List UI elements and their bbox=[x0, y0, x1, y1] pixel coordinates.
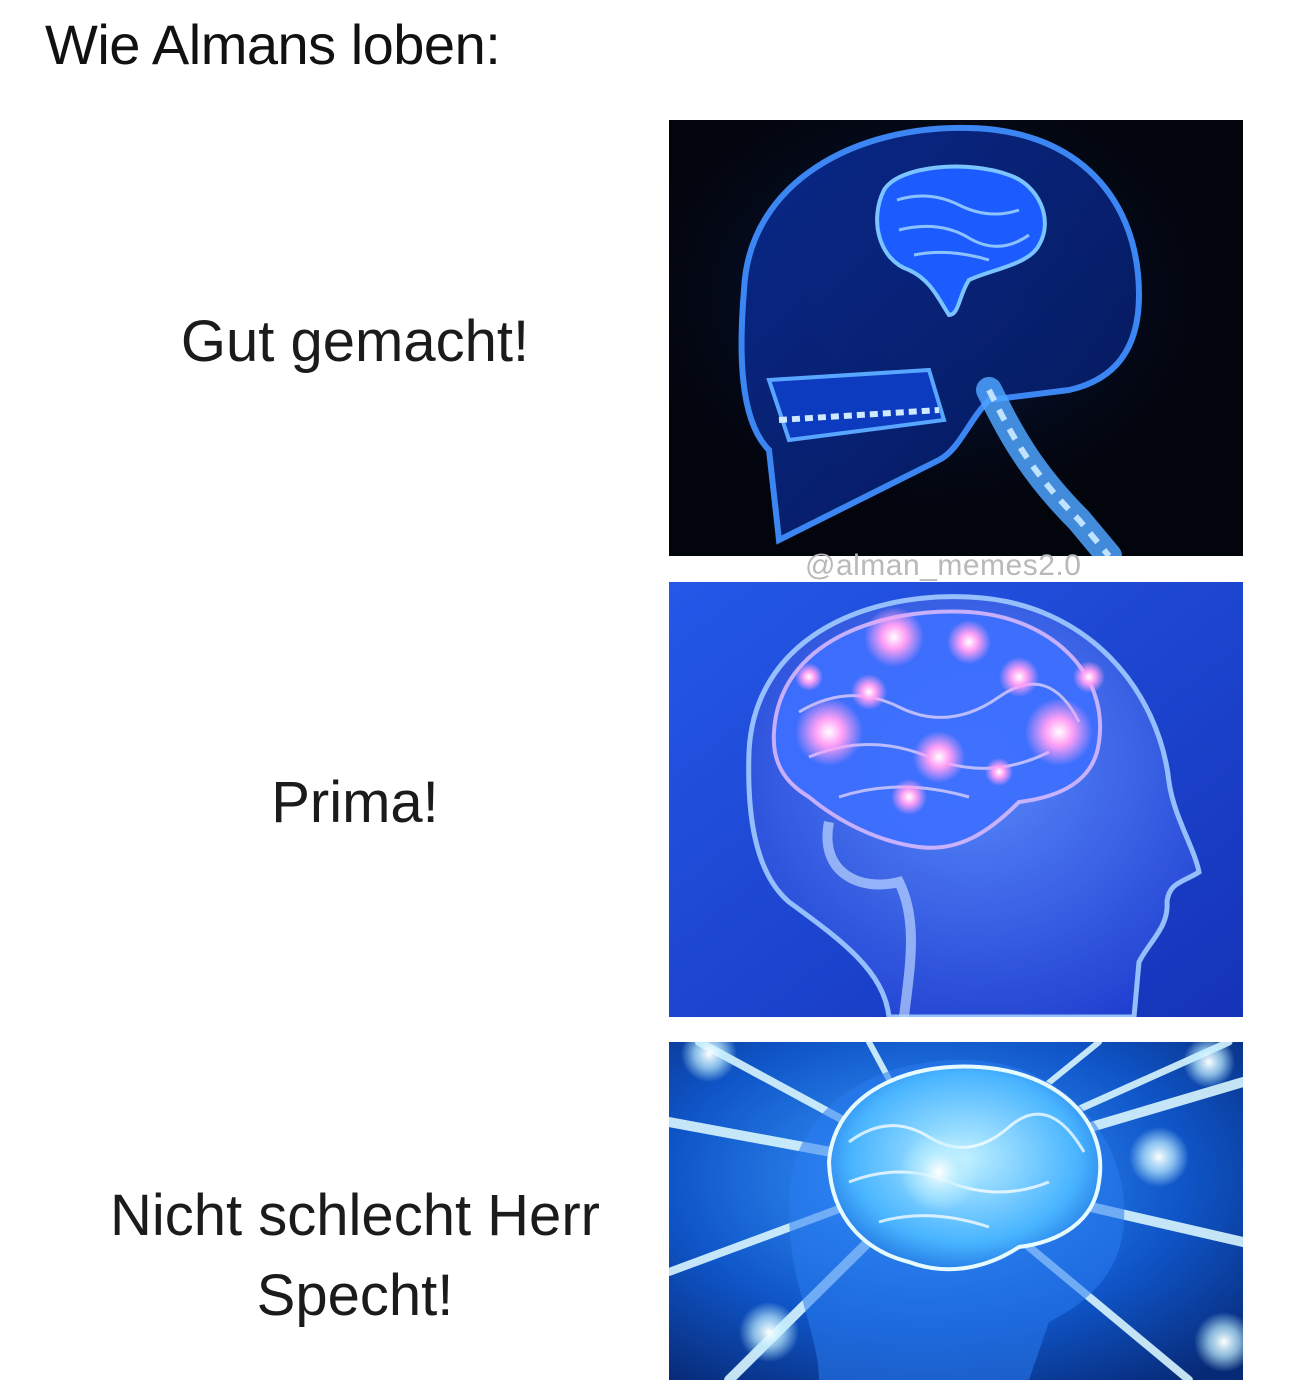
glowing-brain-head-image bbox=[669, 582, 1243, 1017]
radiating-brain-image bbox=[669, 1042, 1243, 1380]
caption-level-3: Nicht schlecht Herr Specht! bbox=[110, 1183, 600, 1328]
caption-level-1: Gut gemacht! bbox=[180, 309, 530, 374]
meme-title: Wie Almans loben: bbox=[45, 13, 501, 76]
watermark-text: @alman_memes2.0 bbox=[805, 549, 1082, 582]
xray-skull-brain-image bbox=[669, 120, 1243, 556]
caption-level-2: Prima! bbox=[271, 770, 439, 835]
